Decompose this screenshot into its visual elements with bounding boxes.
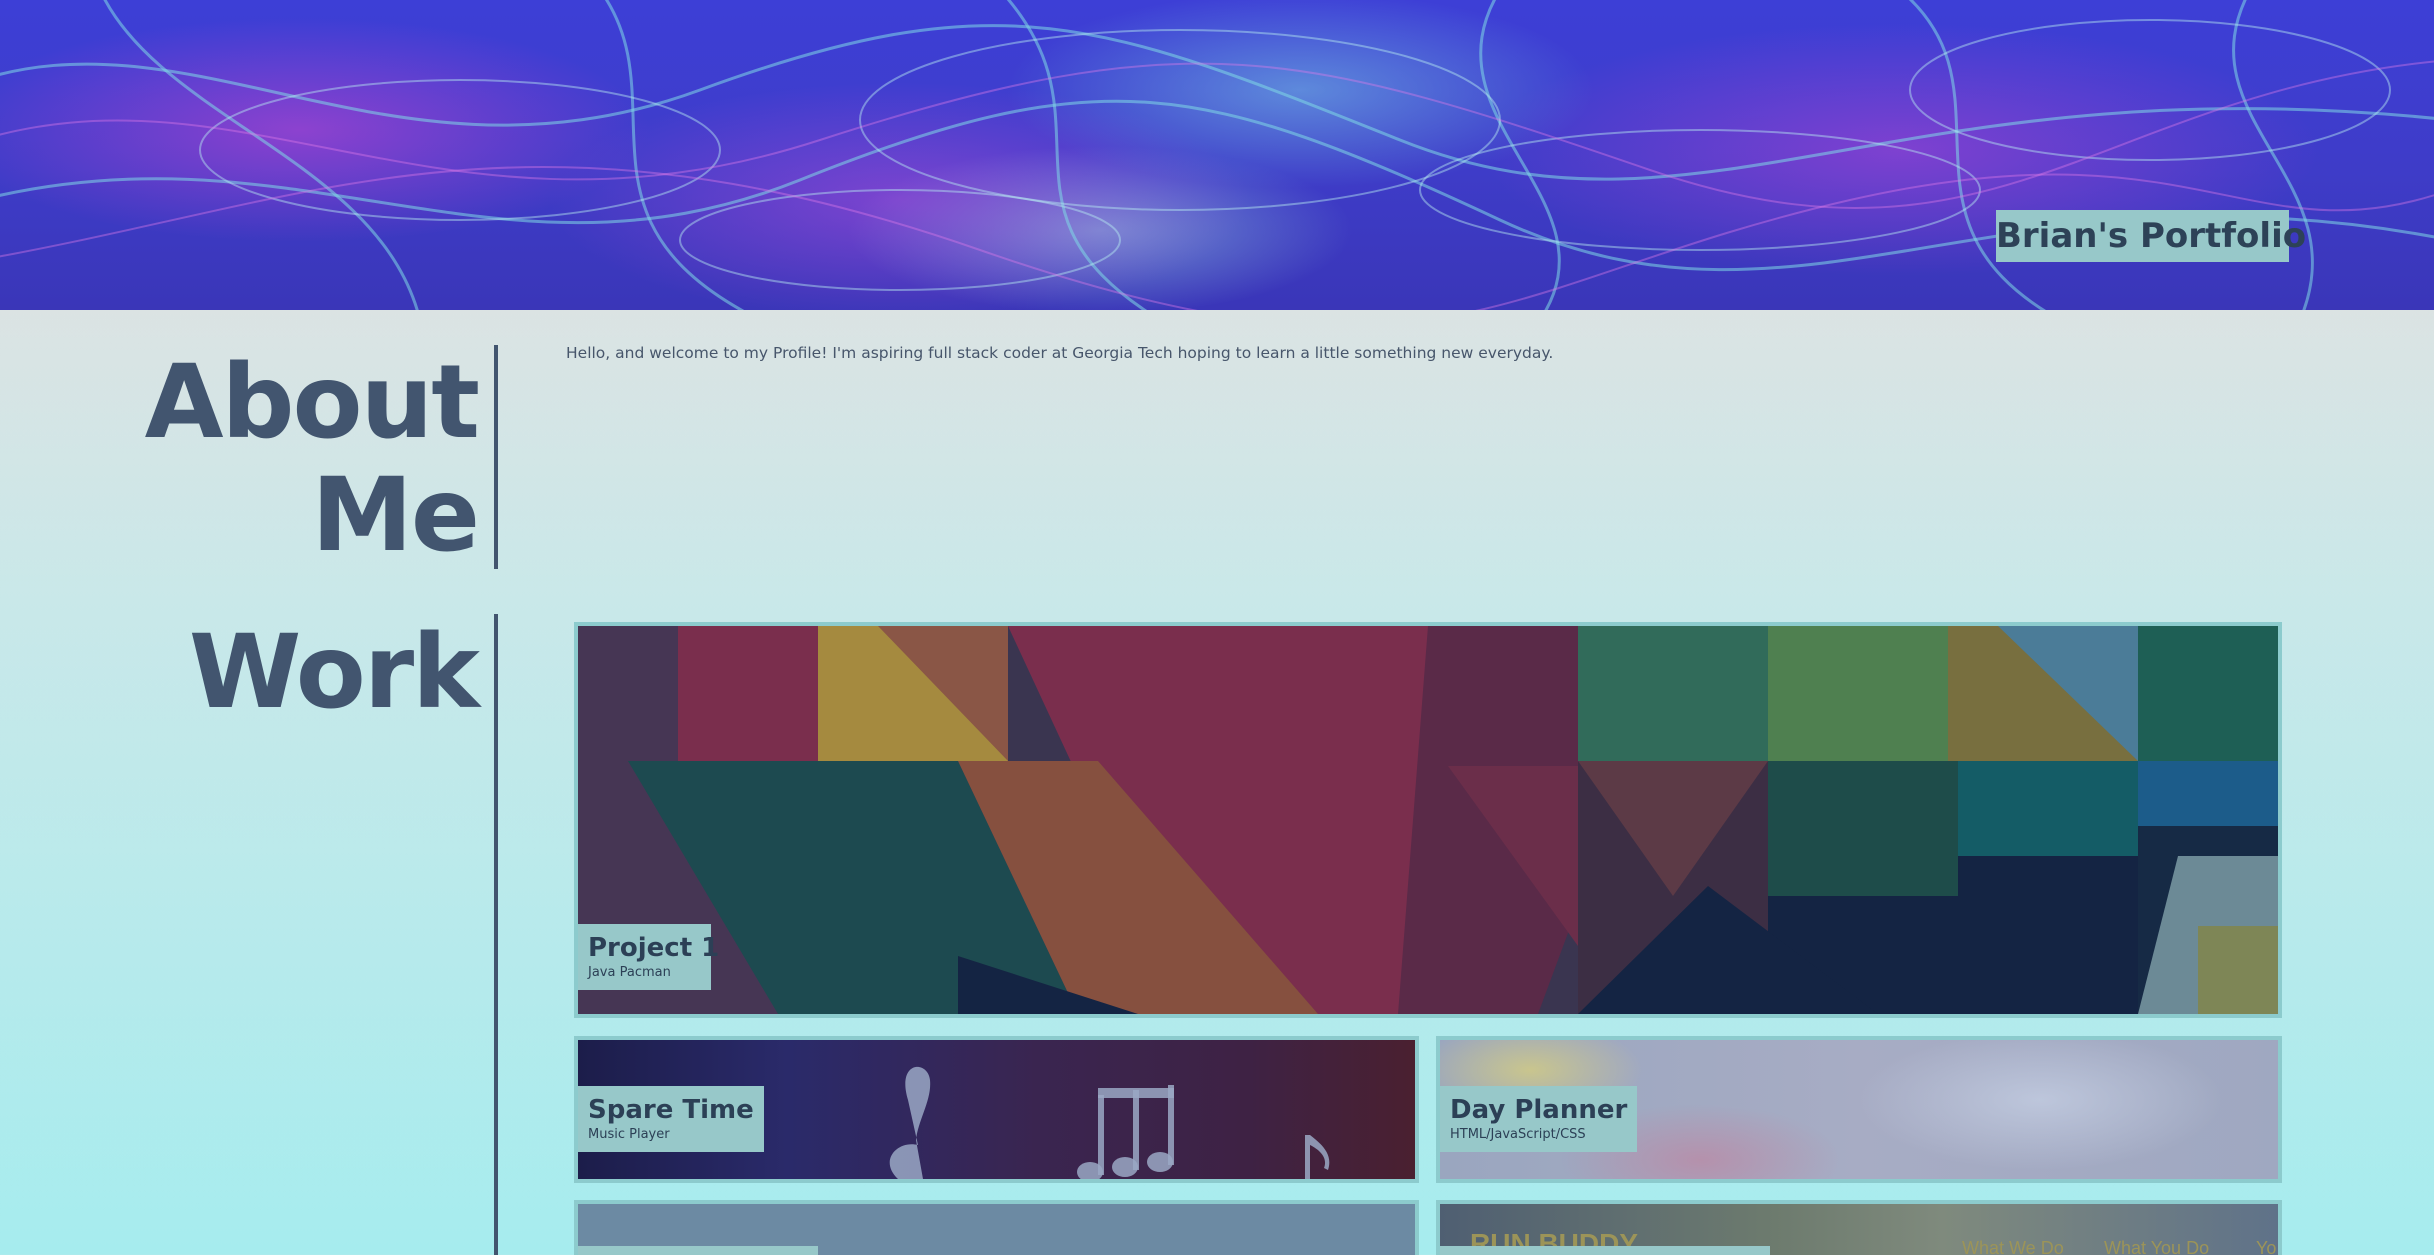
project-description: Java Pacman	[588, 965, 671, 980]
about-heading-line2: Me	[311, 456, 480, 575]
project-label	[578, 1246, 818, 1255]
project-tile-spare-time[interactable]: Spare Time Music Player	[574, 1036, 1419, 1183]
project-tile-project-1[interactable]: Project 1 Java Pacman	[574, 622, 2282, 1018]
about-divider	[494, 345, 498, 569]
project-tile-4[interactable]	[574, 1200, 1419, 1255]
abstract-light-background	[0, 0, 2434, 310]
project-label: Day Planner HTML/JavaScript/CSS	[1440, 1086, 1638, 1152]
project-label	[1440, 1246, 1770, 1255]
project-label: Spare Time Music Player	[578, 1086, 764, 1152]
run-buddy-nav-item: What You Do	[2104, 1238, 2210, 1255]
project-name: Day Planner	[1450, 1095, 1628, 1125]
project-name: Project 1	[588, 933, 720, 963]
run-buddy-nav-item: What We Do	[1962, 1238, 2064, 1255]
project-description: HTML/JavaScript/CSS	[1450, 1127, 1586, 1142]
project-name: Spare Time	[588, 1095, 754, 1125]
work-divider	[494, 614, 498, 1255]
project-tile-day-planner[interactable]: Day Planner HTML/JavaScript/CSS	[1436, 1036, 2282, 1183]
geometric-triangles-image	[578, 626, 2278, 1014]
header-banner: Brian's Portfolio	[0, 0, 2434, 310]
site-title: Brian's Portfolio	[1996, 210, 2306, 262]
about-heading-line1: About	[144, 343, 480, 462]
project-description: Music Player	[588, 1127, 670, 1142]
project-tile-run-buddy[interactable]: RUN BUDDY What We Do What You Do Yo	[1436, 1200, 2282, 1255]
run-buddy-nav-item: Yo	[2256, 1238, 2277, 1255]
about-heading: About Me	[100, 343, 480, 575]
work-heading: Work	[188, 613, 480, 732]
project-label: Project 1 Java Pacman	[578, 924, 720, 990]
about-text: Hello, and welcome to my Profile! I'm as…	[566, 344, 1554, 362]
